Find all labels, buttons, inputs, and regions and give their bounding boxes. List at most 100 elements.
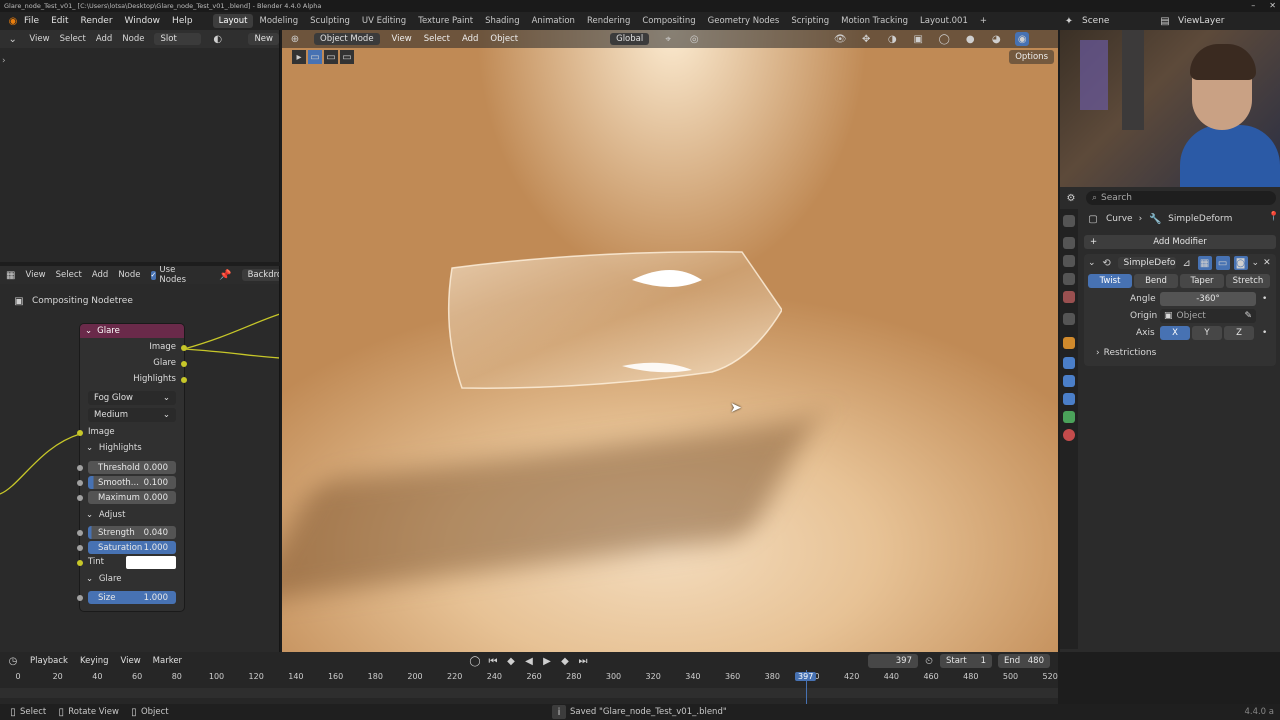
wireframe-shading-icon[interactable]: ◯: [937, 32, 951, 46]
play-reverse-icon[interactable]: ◀: [522, 654, 536, 668]
add-workspace-icon[interactable]: +: [974, 14, 993, 28]
output-glare-socket[interactable]: [181, 361, 187, 367]
editor-type-icon[interactable]: ⚙: [1064, 191, 1078, 205]
3d-viewport[interactable]: ⊕ Object Mode View Select Add Object Glo…: [282, 30, 1058, 652]
on-cage-icon[interactable]: ▦: [1197, 256, 1212, 270]
pin-icon[interactable]: 📍: [1268, 212, 1279, 222]
tool-tab-icon[interactable]: [1063, 215, 1075, 227]
restrictions-panel-toggle[interactable]: › Restrictions: [1096, 348, 1156, 358]
render-toggle-icon[interactable]: ◙: [1233, 256, 1248, 270]
tab-scripting[interactable]: Scripting: [785, 14, 835, 28]
scene-tab-icon[interactable]: [1063, 291, 1075, 303]
input-image-socket[interactable]: [77, 430, 83, 436]
axis-y[interactable]: Y: [1192, 326, 1222, 340]
menu-add[interactable]: Add: [462, 34, 478, 44]
tab-uv-editing[interactable]: UV Editing: [356, 14, 412, 28]
output-highlights-socket[interactable]: [181, 377, 187, 383]
extend-select-icon[interactable]: ▭: [324, 50, 338, 64]
render-tab-icon[interactable]: [1063, 237, 1075, 249]
tab-layout-001[interactable]: Layout.001: [914, 14, 974, 28]
overlay-icon[interactable]: ◑: [885, 32, 899, 46]
visibility-icon[interactable]: 👁: [833, 32, 847, 46]
tint-color-swatch[interactable]: [126, 556, 176, 569]
twisted-glass-object[interactable]: [442, 240, 782, 400]
menu-object[interactable]: Object: [490, 34, 518, 44]
close-icon[interactable]: ✕: [1269, 0, 1276, 12]
tab-shading[interactable]: Shading: [479, 14, 526, 28]
gizmo-icon[interactable]: ✥: [859, 32, 873, 46]
particles-tab-icon[interactable]: [1063, 375, 1075, 387]
editor-type-icon[interactable]: ⌄: [6, 32, 19, 46]
menu-edit[interactable]: Edit: [51, 16, 68, 26]
menu-keying[interactable]: Keying: [80, 656, 109, 666]
tint-socket[interactable]: [77, 560, 83, 566]
blender-logo-icon[interactable]: ◉: [6, 14, 20, 28]
menu-view[interactable]: View: [392, 34, 412, 44]
options-dropdown[interactable]: Options: [1009, 50, 1054, 64]
tab-animation[interactable]: Animation: [526, 14, 581, 28]
glare-node-header[interactable]: ⌄ Glare: [80, 324, 184, 338]
maximum-field[interactable]: Maximum 0.000: [88, 491, 176, 504]
xray-icon[interactable]: ▣: [911, 32, 925, 46]
glare-type-dropdown[interactable]: Fog Glow ⌄: [88, 391, 176, 405]
slot-dropdown[interactable]: Slot: [154, 33, 202, 45]
box-select-icon[interactable]: ▭: [308, 50, 322, 64]
end-frame-field[interactable]: End 480: [998, 654, 1050, 668]
edit-mode-toggle-icon[interactable]: ⊿: [1180, 256, 1194, 270]
menu-help[interactable]: Help: [172, 16, 193, 26]
dropdown-arrow-icon[interactable]: ⌄: [1252, 258, 1260, 268]
glare-panel-toggle[interactable]: ⌄ Glare: [86, 574, 122, 584]
proportional-edit-icon[interactable]: ◎: [687, 32, 701, 46]
maximum-socket[interactable]: [77, 495, 83, 501]
jump-to-start-icon[interactable]: ⏮: [486, 654, 500, 668]
smoothness-socket[interactable]: [77, 480, 83, 486]
tab-layout[interactable]: Layout: [212, 14, 254, 28]
glare-node[interactable]: ⌄ Glare Image Glare Highlights Fog Glow …: [77, 324, 187, 611]
eyedropper-icon[interactable]: ✎: [1244, 311, 1252, 321]
select-tool-icon[interactable]: ▸: [292, 50, 306, 64]
new-material-button[interactable]: New: [248, 33, 279, 45]
menu-view[interactable]: View: [121, 656, 141, 666]
chevron-down-icon[interactable]: ⌄: [1088, 258, 1096, 268]
material-tab-icon[interactable]: [1063, 429, 1075, 441]
scene-name[interactable]: Scene: [1082, 16, 1152, 26]
output-image-socket[interactable]: [181, 345, 187, 351]
auto-keying-icon[interactable]: ◯: [468, 654, 482, 668]
remove-modifier-icon[interactable]: ✕: [1263, 258, 1271, 268]
tab-modeling[interactable]: Modeling: [253, 14, 304, 28]
mode-twist[interactable]: Twist: [1088, 274, 1132, 288]
object-mode-dropdown[interactable]: Object Mode: [314, 33, 380, 45]
expand-arrow-icon[interactable]: ›: [2, 56, 6, 66]
angle-field[interactable]: -360°: [1160, 292, 1256, 306]
object-tab-icon[interactable]: [1063, 337, 1075, 349]
tab-texture-paint[interactable]: Texture Paint: [412, 14, 479, 28]
output-tab-icon[interactable]: [1063, 255, 1075, 267]
menu-select[interactable]: Select: [60, 34, 86, 44]
tab-sculpting[interactable]: Sculpting: [304, 14, 356, 28]
minimize-icon[interactable]: –: [1251, 0, 1255, 12]
menu-file[interactable]: File: [24, 16, 39, 26]
threshold-socket[interactable]: [77, 465, 83, 471]
axis-z[interactable]: Z: [1224, 326, 1254, 340]
current-frame-field[interactable]: 397: [868, 654, 918, 668]
physics-tab-icon[interactable]: [1063, 393, 1075, 405]
view-layer-name[interactable]: ViewLayer: [1178, 16, 1224, 26]
rendered-shading-icon[interactable]: ◉: [1015, 32, 1030, 46]
add-modifier-button[interactable]: + Add Modifier: [1084, 235, 1276, 249]
next-keyframe-icon[interactable]: ◆: [558, 654, 572, 668]
menu-marker[interactable]: Marker: [153, 656, 182, 666]
subtract-select-icon[interactable]: ▭: [340, 50, 354, 64]
menu-add[interactable]: Add: [96, 34, 112, 44]
transform-orientation-dropdown[interactable]: Global: [610, 33, 650, 45]
animate-property-icon[interactable]: •: [1262, 294, 1267, 304]
menu-select[interactable]: Select: [424, 34, 450, 44]
editor-type-icon[interactable]: ◷: [6, 654, 20, 668]
mode-bend[interactable]: Bend: [1134, 274, 1178, 288]
playhead[interactable]: 397: [795, 670, 817, 704]
constraints-tab-icon[interactable]: [1063, 411, 1075, 423]
previous-keyframe-icon[interactable]: ◆: [504, 654, 518, 668]
menu-render[interactable]: Render: [81, 16, 113, 26]
mode-taper[interactable]: Taper: [1180, 274, 1224, 288]
modifier-name-field[interactable]: SimpleDefo...: [1117, 257, 1176, 269]
threshold-field[interactable]: Threshold 0.000: [88, 461, 176, 474]
